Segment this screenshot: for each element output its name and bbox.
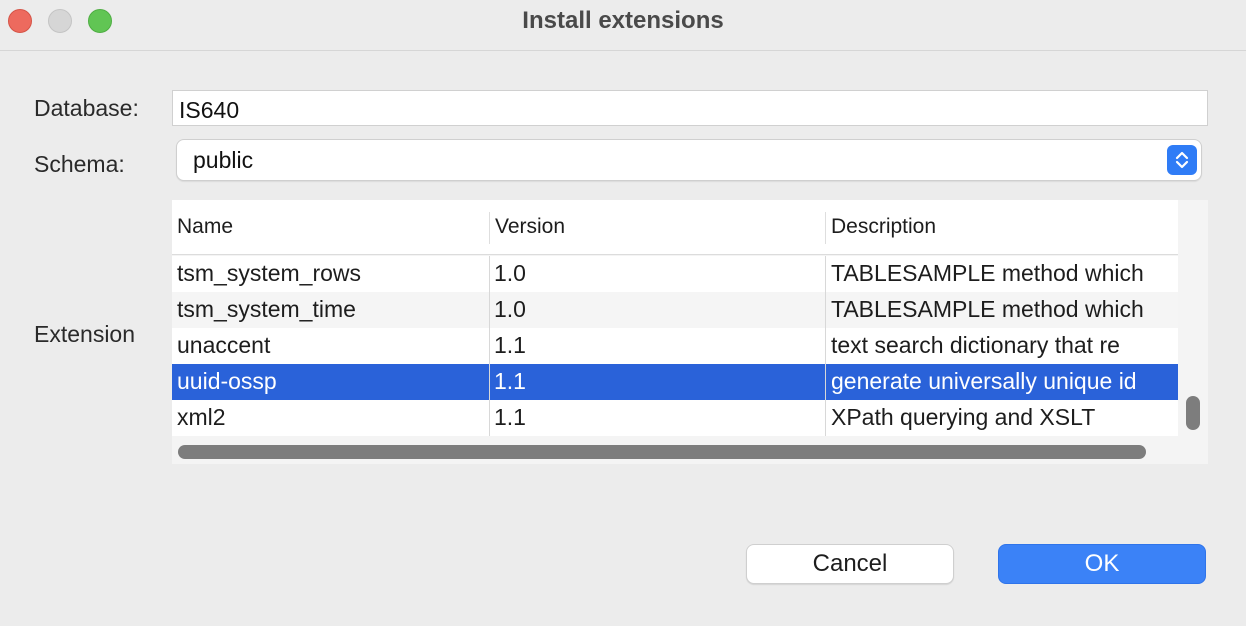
column-header-description[interactable]: Description [831, 215, 936, 239]
database-label: Database: [34, 95, 139, 121]
column-divider [825, 256, 826, 436]
row-description: text search dictionary that re [831, 332, 1120, 358]
vertical-scrollbar[interactable] [1186, 396, 1200, 430]
row-name: tsm_system_rows [177, 260, 362, 286]
up-down-chevron-icon[interactable] [1167, 145, 1197, 175]
column-divider [489, 212, 490, 244]
window-title: Install extensions [522, 7, 724, 34]
ok-button[interactable]: OK [998, 544, 1206, 584]
column-divider [825, 212, 826, 244]
cancel-button[interactable]: Cancel [746, 544, 954, 584]
table-row[interactable]: xml2 1.1 XPath querying and XSLT [172, 400, 1178, 436]
extension-label: Extension [34, 321, 136, 347]
row-version: 1.1 [494, 332, 526, 358]
table-row-selected[interactable]: uuid-ossp 1.1 generate universally uniqu… [172, 364, 1178, 400]
row-version: 1.0 [494, 260, 526, 286]
table-row[interactable]: tsm_system_rows 1.0 TABLESAMPLE method w… [172, 256, 1178, 292]
row-description: generate universally unique id [831, 368, 1137, 394]
schema-label: Schema: [34, 151, 125, 177]
row-name: unaccent [177, 332, 271, 358]
table-row[interactable]: unaccent 1.1 text search dictionary that… [172, 328, 1178, 364]
database-field[interactable]: IS640 [172, 90, 1208, 126]
title-bar: Install extensions [0, 0, 1246, 51]
row-description: TABLESAMPLE method which [831, 260, 1144, 286]
row-name: uuid-ossp [177, 368, 277, 394]
row-version: 1.1 [494, 368, 526, 394]
schema-select[interactable]: public [176, 139, 1202, 181]
extension-table[interactable]: Name Version Description tsm_system_rows… [172, 200, 1208, 464]
schema-select-value: public [193, 147, 254, 173]
column-header-name[interactable]: Name [177, 215, 233, 239]
row-version: 1.0 [494, 296, 526, 322]
column-divider [489, 256, 490, 436]
column-header-version[interactable]: Version [495, 215, 565, 239]
install-extensions-dialog: Install extensions Database: IS640 Schem… [0, 0, 1246, 626]
table-row[interactable]: tsm_system_time 1.0 TABLESAMPLE method w… [172, 292, 1178, 328]
table-body: tsm_system_rows 1.0 TABLESAMPLE method w… [172, 256, 1178, 436]
horizontal-scrollbar[interactable] [178, 445, 1146, 459]
row-name: xml2 [177, 404, 226, 430]
row-name: tsm_system_time [177, 296, 356, 322]
row-description: TABLESAMPLE method which [831, 296, 1144, 322]
row-description: XPath querying and XSLT [831, 404, 1096, 430]
row-version: 1.1 [494, 404, 526, 430]
table-header: Name Version Description [172, 200, 1178, 255]
